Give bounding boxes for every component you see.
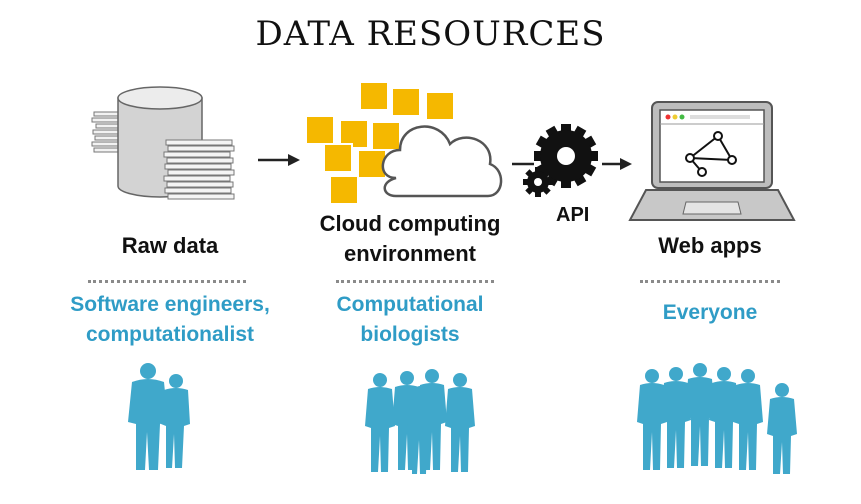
- people-icon: [365, 369, 475, 474]
- divider: [336, 280, 494, 283]
- laptop-icon: [628, 101, 796, 221]
- api-label: API: [556, 204, 590, 226]
- audience-web-apps: Everyone: [662, 301, 758, 324]
- cloud-icon: [305, 81, 503, 205]
- stage-label-cloud: Cloud computing environment: [319, 211, 501, 266]
- people-icon: [128, 363, 190, 470]
- page-title: DATA RESOURCES: [255, 14, 606, 54]
- stage-label-web-apps: Web apps: [658, 233, 762, 258]
- audience-raw-data: Software engineers, computationalist: [70, 293, 270, 346]
- divider: [88, 280, 246, 283]
- stage-label-raw-data: Raw data: [121, 233, 219, 258]
- people-icon: [637, 363, 797, 474]
- audience-cloud: Computational biologists: [336, 293, 484, 346]
- arrow-right-icon: [258, 154, 300, 166]
- gear-icon: [512, 124, 632, 197]
- database-icon: [91, 86, 235, 200]
- divider: [640, 280, 780, 283]
